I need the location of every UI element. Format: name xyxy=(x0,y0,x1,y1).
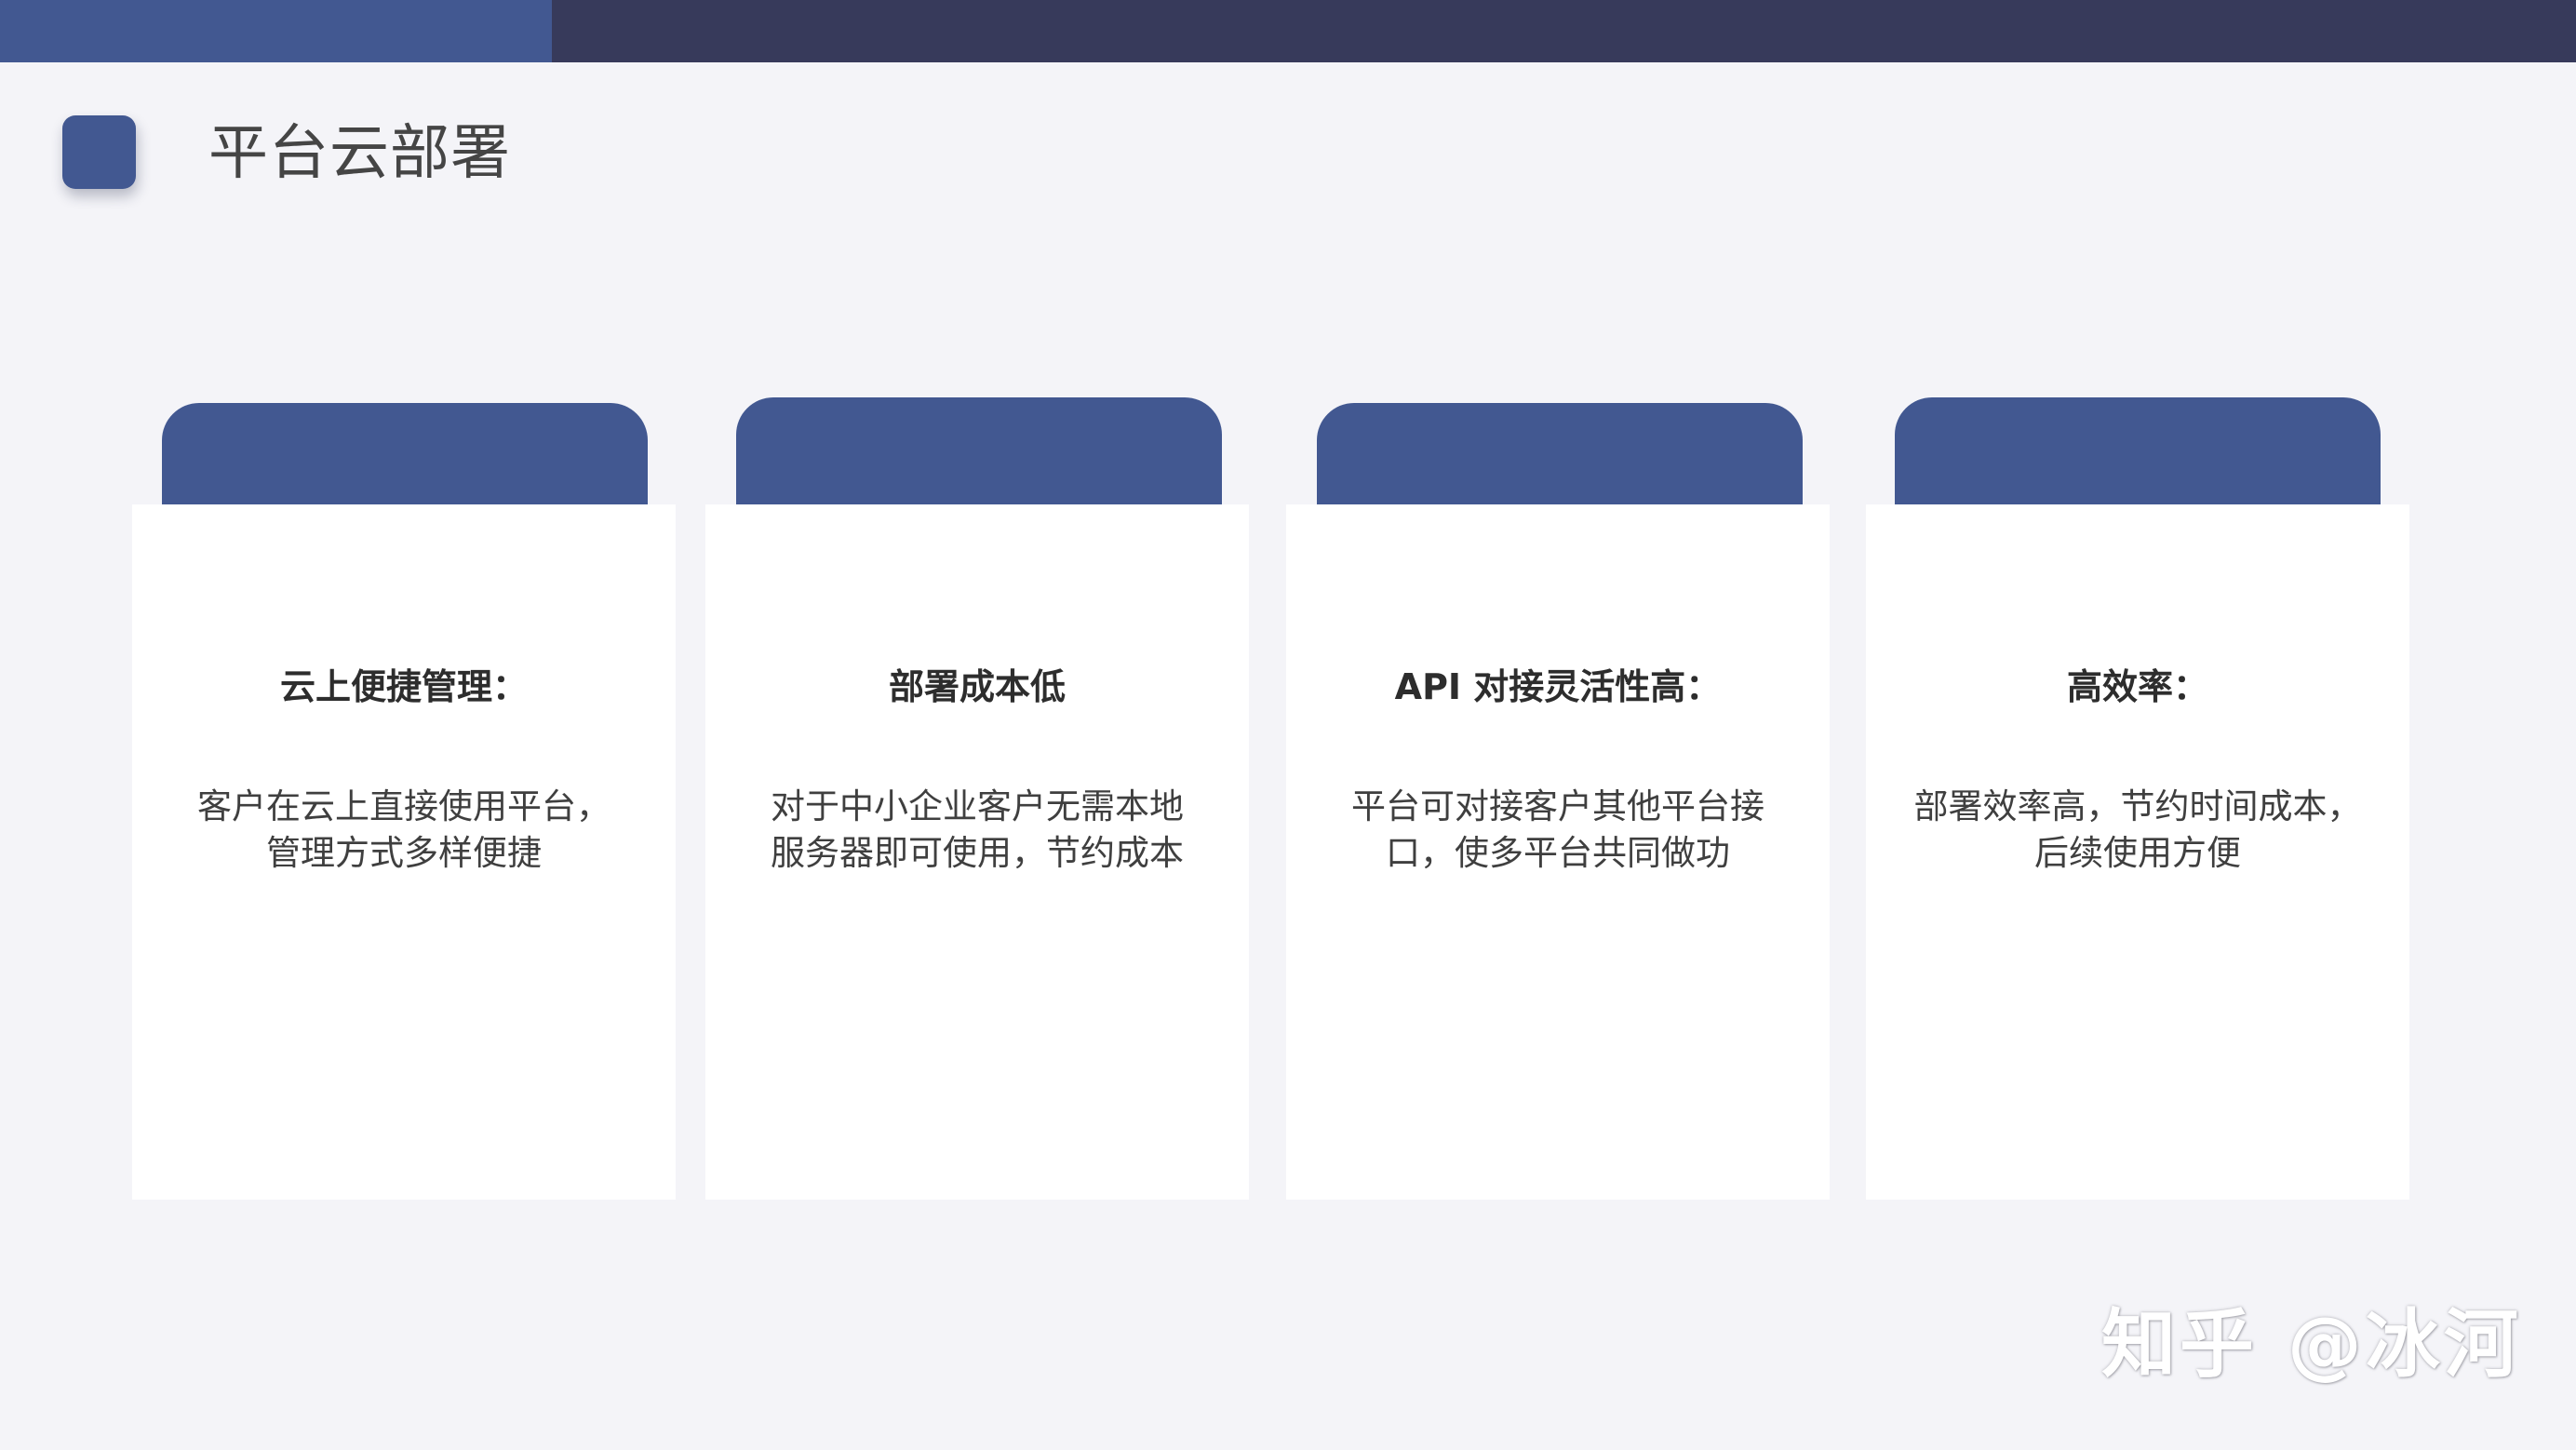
card-1: 云上便捷管理： 客户在云上直接使用平台， 管理方式多样便捷 xyxy=(132,504,676,1200)
card-body-line: 对于中小企业客户无需本地 xyxy=(771,786,1184,826)
card-body-line: 后续使用方便 xyxy=(2034,833,2241,873)
card-heading: 高效率： xyxy=(2066,666,2208,707)
card-body-line: 管理方式多样便捷 xyxy=(266,833,542,873)
card-tab-1 xyxy=(162,403,648,505)
card-body-line: 客户在云上直接使用平台， xyxy=(197,786,610,826)
card-heading: 云上便捷管理： xyxy=(279,666,528,707)
card-body: 平台可对接客户其他平台接 口，使多平台共同做功 xyxy=(1323,784,1792,877)
page-title: 平台云部署 xyxy=(208,119,511,188)
card-heading: 部署成本低 xyxy=(888,666,1066,707)
card-tab-3 xyxy=(1317,403,1803,505)
card-body-line: 口，使多平台共同做功 xyxy=(1386,833,1730,873)
card-2: 部署成本低 对于中小企业客户无需本地 服务器即可使用，节约成本 xyxy=(705,504,1249,1200)
card-tab-2 xyxy=(736,397,1222,505)
card-body: 对于中小企业客户无需本地 服务器即可使用，节约成本 xyxy=(743,784,1212,877)
watermark: 知乎 @冰河 xyxy=(2101,1301,2522,1388)
card-body-line: 部署效率高，节约时间成本， xyxy=(1913,786,2362,826)
card-heading: API 对接灵活性高： xyxy=(1394,666,1722,707)
card-body-line: 服务器即可使用，节约成本 xyxy=(771,833,1184,873)
card-tab-4 xyxy=(1895,397,2381,505)
card-4: 高效率： 部署效率高，节约时间成本， 后续使用方便 xyxy=(1866,504,2409,1200)
card-body: 部署效率高，节约时间成本， 后续使用方便 xyxy=(1903,784,2372,877)
title-square-icon xyxy=(62,115,136,189)
card-body: 客户在云上直接使用平台， 管理方式多样便捷 xyxy=(169,784,638,877)
top-bar-accent xyxy=(0,0,552,62)
card-body-line: 平台可对接客户其他平台接 xyxy=(1351,786,1764,826)
card-3: API 对接灵活性高： 平台可对接客户其他平台接 口，使多平台共同做功 xyxy=(1286,504,1830,1200)
